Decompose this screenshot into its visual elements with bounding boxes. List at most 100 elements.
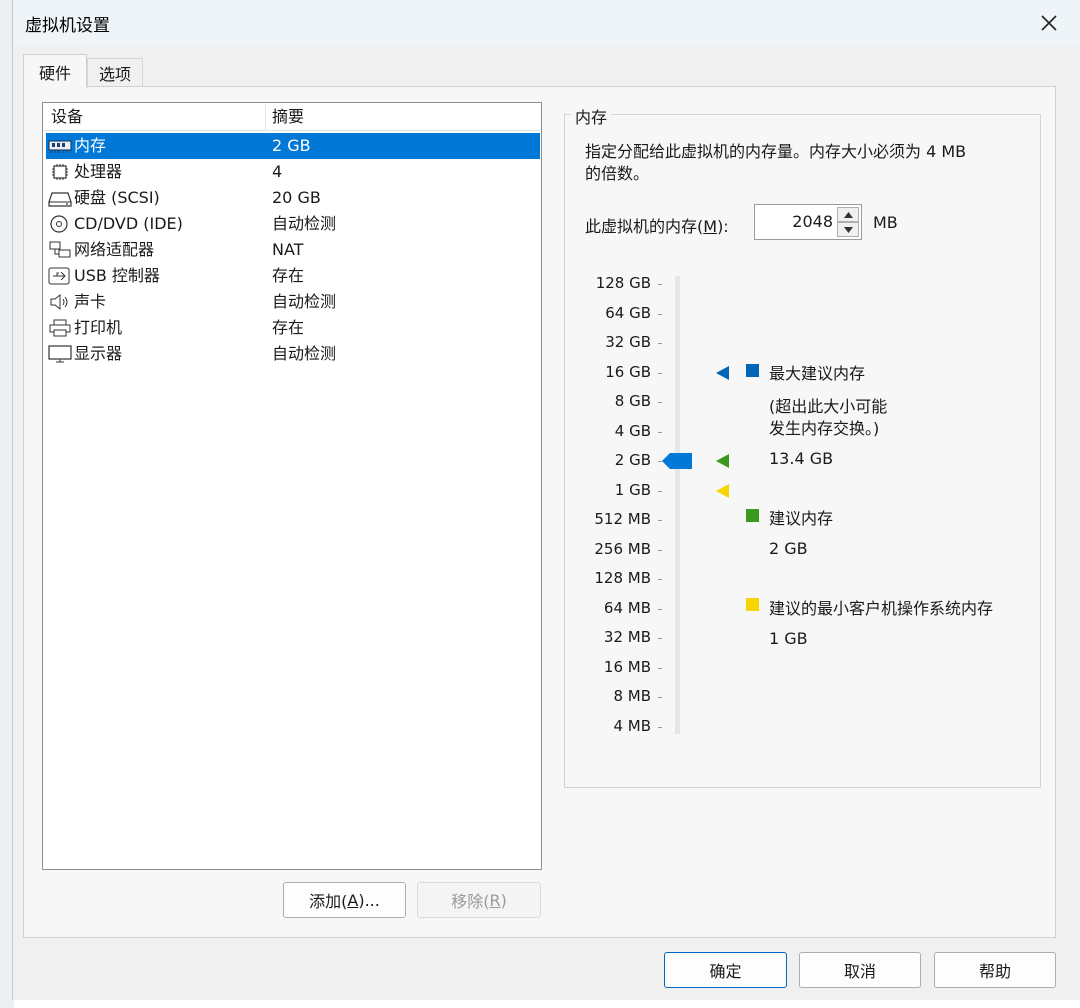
memory-scale-tick <box>658 579 662 580</box>
help-button[interactable]: 帮助 <box>934 952 1056 988</box>
remove-button-text: 移除( <box>451 892 490 911</box>
memory-scale-label: 16 MB <box>603 657 651 676</box>
min-guest-label: 建议的最小客户机操作系统内存 <box>769 599 994 618</box>
memory-spin-down[interactable] <box>837 222 859 237</box>
memory-group-title: 内存 <box>571 104 612 128</box>
memory-scale-tick <box>658 520 662 521</box>
device-row-memory[interactable]: 内存 2 GB <box>46 133 540 159</box>
remove-button-key: R <box>489 890 501 910</box>
remove-button[interactable]: 移除(R) <box>417 882 541 918</box>
memory-field-label-suffix: ): <box>717 217 729 236</box>
cd-dvd-icon <box>50 215 68 233</box>
memory-scale-label: 1 GB <box>614 480 651 499</box>
device-row-printer[interactable]: 打印机 存在 <box>46 315 540 341</box>
header-device[interactable]: 设备 <box>51 103 83 131</box>
memory-scale-tick <box>658 431 662 433</box>
device-summary: 自动检测 <box>272 292 337 311</box>
memory-field-label-prefix: 此虚拟机的内存( <box>585 217 704 236</box>
max-recommended-marker <box>716 365 729 380</box>
max-recommended-swatch <box>746 364 759 377</box>
device-row-hard-disk[interactable]: 硬盘 (SCSI) 20 GB <box>46 185 540 211</box>
device-summary: 20 GB <box>272 188 321 207</box>
device-summary: NAT <box>272 240 304 259</box>
memory-scale-label: 128 MB <box>594 569 651 587</box>
memory-input-value: 2048 <box>792 212 833 231</box>
tab-options-label: 选项 <box>98 64 131 84</box>
memory-scale-label: 16 GB <box>605 362 651 381</box>
device-row-network-adapter[interactable]: 网络适配器 NAT <box>46 237 540 263</box>
sound-card-icon <box>50 293 68 311</box>
vm-settings-dialog: 虚拟机设置 硬件 选项 设备 摘要 内存 2 GB 处理器 4 硬盘 (SCSI… <box>12 0 1080 1000</box>
memory-scale-label: 4 GB <box>614 421 651 440</box>
memory-field-label-key: M <box>703 217 718 236</box>
device-name: 处理器 <box>74 162 123 181</box>
memory-scale-label: 32 MB <box>603 628 651 646</box>
memory-scale-tick <box>658 402 662 403</box>
max-recommended-value: 13.4 GB <box>769 449 834 468</box>
chevron-up-icon <box>843 211 853 218</box>
memory-scale-tick <box>658 697 662 698</box>
memory-slider-thumb[interactable] <box>662 453 692 469</box>
ok-button[interactable]: 确定 <box>664 952 787 988</box>
memory-scale-tick <box>658 726 662 728</box>
memory-scale-tick <box>658 549 662 551</box>
printer-icon <box>49 319 71 337</box>
max-recommended-label: 最大建议内存 <box>769 364 866 383</box>
device-list[interactable]: 设备 摘要 内存 2 GB 处理器 4 硬盘 (SCSI) 20 GB CD/D… <box>42 102 542 870</box>
memory-unit: MB <box>873 213 898 232</box>
tab-hardware-label: 硬件 <box>38 63 71 83</box>
memory-scale-tick <box>658 490 662 492</box>
memory-icon <box>48 140 72 153</box>
header-separator[interactable] <box>265 105 266 131</box>
memory-scale-tick <box>658 343 662 344</box>
recommended-value: 2 GB <box>769 539 808 558</box>
device-row-cd-dvd[interactable]: CD/DVD (IDE) 自动检测 <box>46 211 540 237</box>
device-row-processor[interactable]: 处理器 4 <box>46 159 540 185</box>
memory-scale-tick <box>658 372 662 374</box>
min-guest-swatch <box>746 598 759 611</box>
processor-icon <box>52 164 68 180</box>
memory-description-line1: 指定分配给此虚拟机的内存量。内存大小必须为 4 MB <box>585 142 967 161</box>
device-summary: 自动检测 <box>272 214 337 233</box>
device-name: 网络适配器 <box>74 240 155 259</box>
memory-scale-label: 4 MB <box>613 716 651 735</box>
recommended-marker <box>716 454 729 468</box>
header-summary[interactable]: 摘要 <box>272 103 304 131</box>
hard-disk-icon <box>48 192 72 207</box>
memory-scale-label: 8 GB <box>614 392 651 410</box>
device-row-display[interactable]: 显示器 自动检测 <box>46 341 540 367</box>
memory-spin-up[interactable] <box>837 207 859 222</box>
add-button-suffix: )... <box>358 890 380 910</box>
device-row-usb-controller[interactable]: USB 控制器 存在 <box>46 263 540 289</box>
device-summary: 存在 <box>272 318 305 337</box>
device-name: 显示器 <box>74 344 123 363</box>
close-button[interactable] <box>1030 6 1068 40</box>
memory-description-line2: 的倍数。 <box>585 164 650 183</box>
title-bar: 虚拟机设置 <box>13 0 1080 46</box>
chevron-down-icon <box>843 226 853 233</box>
tab-hardware[interactable]: 硬件 <box>23 54 87 88</box>
cancel-button[interactable]: 取消 <box>799 952 921 988</box>
min-guest-value: 1 GB <box>769 629 808 648</box>
device-summary: 存在 <box>272 266 305 285</box>
device-summary: 2 GB <box>272 136 311 155</box>
add-button[interactable]: 添加(A)... <box>283 882 406 918</box>
recommended-label: 建议内存 <box>769 509 834 528</box>
memory-scale-label: 64 GB <box>605 303 651 322</box>
display-icon <box>48 345 72 363</box>
device-row-sound-card[interactable]: 声卡 自动检测 <box>46 289 540 315</box>
device-name: 声卡 <box>74 292 107 311</box>
device-summary: 自动检测 <box>272 344 337 363</box>
tab-options[interactable]: 选项 <box>87 58 143 86</box>
memory-input[interactable]: 2048 <box>754 204 862 240</box>
memory-slider-track[interactable] <box>675 276 680 734</box>
device-name: 打印机 <box>74 318 123 337</box>
memory-scale-label: 8 MB <box>613 687 651 705</box>
memory-scale-label: 128 GB <box>595 274 651 292</box>
device-name: 内存 <box>74 136 107 155</box>
memory-scale-label: 256 MB <box>594 539 651 558</box>
memory-scale-tick <box>658 284 662 285</box>
device-summary: 4 <box>272 162 283 181</box>
max-recommended-note-line2: 发生内存交换。) <box>769 419 880 438</box>
window-title: 虚拟机设置 <box>25 16 110 36</box>
